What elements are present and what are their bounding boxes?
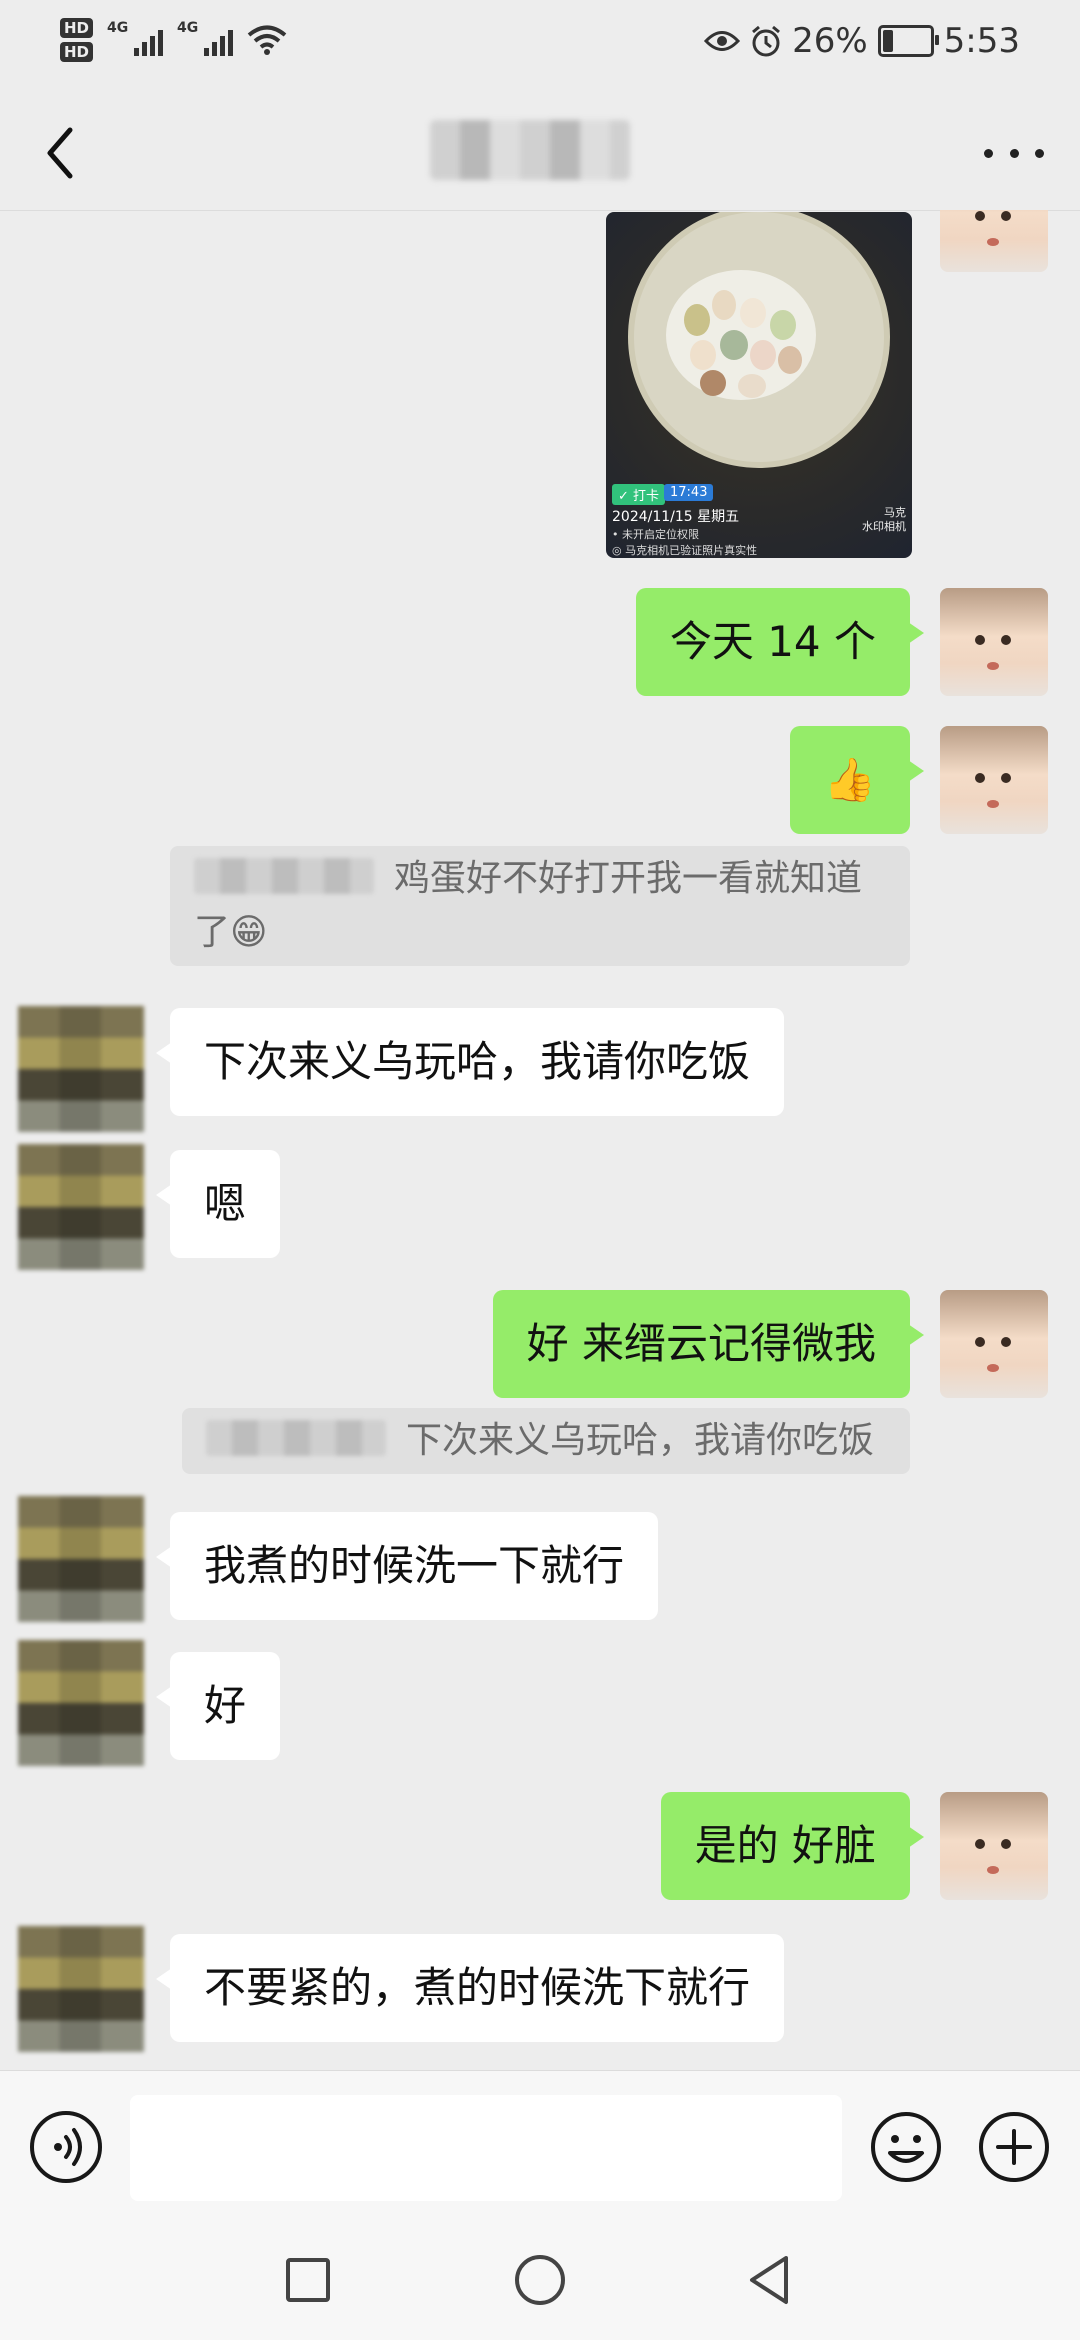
hd-indicators: HD HD	[60, 18, 94, 62]
plus-icon[interactable]	[978, 2111, 1050, 2183]
alarm-icon	[752, 25, 781, 57]
photo-time: 17:43	[664, 484, 714, 501]
emoji-icon[interactable]	[870, 2111, 942, 2183]
chat-title: ████	[430, 120, 630, 180]
status-bar: HD HD 4G 4G 26% 5:53	[0, 0, 1080, 80]
photo-date: 2024/11/15 星期五	[612, 509, 740, 525]
quoted-sender-name: ████	[194, 858, 374, 894]
quoted-reply[interactable]: ████ 下次来义乌玩哈，我请你吃饭	[182, 1408, 910, 1474]
message-bubble-received[interactable]: 我煮的时候洗一下就行	[155, 1512, 659, 1620]
eye-icon	[704, 31, 741, 51]
quoted-text: 下次来义乌玩哈，我请你吃饭	[406, 1420, 875, 1461]
message-bubble-received[interactable]: 下次来义乌玩哈，我请你吃饭	[155, 1008, 785, 1116]
avatar[interactable]	[940, 1792, 1048, 1900]
signal-1-icon: 4G	[107, 20, 164, 60]
message-bubble-sent[interactable]: 好 来缙云记得微我	[492, 1290, 925, 1398]
quoted-reply[interactable]: ████鸡蛋好不好打开我一看就知道了😁	[170, 846, 910, 966]
avatar[interactable]	[940, 726, 1048, 834]
hd-badge-2: HD	[60, 42, 94, 62]
square-icon[interactable]	[278, 2250, 338, 2310]
avatar[interactable]	[18, 1926, 144, 2052]
chat-header: ████	[0, 80, 1080, 211]
status-right: 26% 5:53	[704, 14, 1020, 68]
message-list[interactable]: ✓ 打卡 17:43 2024/11/15 星期五 • 未开启定位权限 ◎ 马克…	[0, 210, 1080, 2070]
signal-2-icon: 4G	[177, 20, 234, 60]
message-bubble-received[interactable]: 不要紧的，煮的时候洗下就行	[155, 1934, 785, 2042]
input-bar	[0, 2070, 1080, 2221]
message-bubble-sent[interactable]: 是的 好脏	[660, 1792, 925, 1900]
photo-checkin-tag: ✓ 打卡	[612, 484, 666, 505]
wifi-icon	[247, 25, 287, 55]
system-nav-bar	[0, 2220, 1080, 2340]
battery-icon	[877, 25, 939, 57]
battery-percent: 26%	[792, 21, 868, 61]
battery-fill	[882, 30, 894, 52]
avatar[interactable]	[18, 1144, 144, 1270]
clock: 5:53	[943, 21, 1020, 61]
photo-location: • 未开启定位权限	[612, 528, 699, 541]
quoted-sender-name: ████	[206, 1420, 386, 1456]
message-bubble-sent[interactable]: 👍	[789, 726, 925, 834]
avatar[interactable]	[18, 1496, 144, 1622]
message-bubble-sent[interactable]: 今天 14 个	[635, 588, 925, 696]
photo-verify: ◎ 马克相机已验证照片真实性	[612, 544, 758, 557]
voice-icon[interactable]	[30, 2111, 102, 2183]
avatar[interactable]	[940, 1290, 1048, 1398]
triangle-back-icon[interactable]	[740, 2250, 800, 2310]
more-dots-icon[interactable]	[984, 130, 1044, 176]
hd-badge-1: HD	[60, 18, 94, 38]
avatar[interactable]	[18, 1640, 144, 1766]
message-bubble-received[interactable]: 好	[155, 1652, 281, 1760]
message-input[interactable]	[130, 2095, 842, 2201]
back-arrow-icon[interactable]	[36, 118, 86, 188]
avatar[interactable]	[18, 1006, 144, 1132]
photo-watermark-brand: 马克 水印相机	[862, 506, 906, 533]
circle-icon[interactable]	[510, 2250, 570, 2310]
avatar[interactable]	[940, 588, 1048, 696]
avatar[interactable]	[940, 210, 1048, 272]
message-bubble-received[interactable]: 嗯	[155, 1150, 281, 1258]
status-left: HD HD 4G 4G	[60, 10, 287, 70]
photo-message[interactable]: ✓ 打卡 17:43 2024/11/15 星期五 • 未开启定位权限 ◎ 马克…	[606, 212, 912, 558]
